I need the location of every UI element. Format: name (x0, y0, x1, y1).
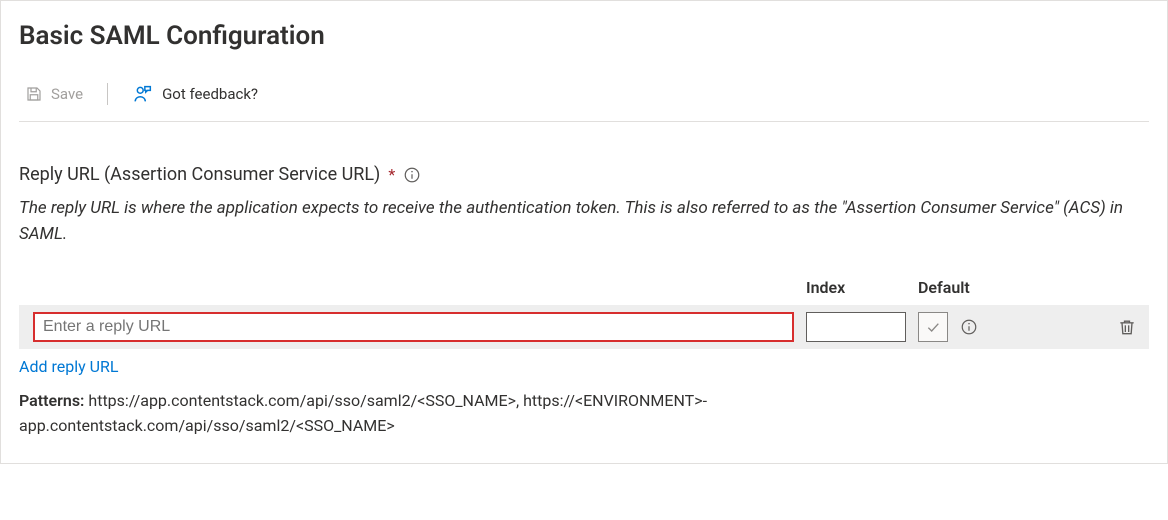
delete-row-button[interactable] (1117, 317, 1137, 337)
column-header-index: Index (806, 278, 906, 297)
page-title: Basic SAML Configuration (19, 21, 1149, 51)
reply-url-row (19, 305, 1149, 349)
default-checkbox[interactable] (918, 312, 948, 342)
patterns-line: Patterns: https://app.contentstack.com/a… (19, 388, 919, 439)
section-label: Reply URL (Assertion Consumer Service UR… (19, 164, 380, 185)
toolbar: Save Got feedback? (19, 81, 1149, 122)
save-label: Save (51, 85, 83, 103)
feedback-label: Got feedback? (162, 85, 258, 103)
add-reply-url-link[interactable]: Add reply URL (19, 357, 1149, 376)
info-icon[interactable] (403, 166, 421, 184)
section-description: The reply URL is where the application e… (19, 195, 1149, 248)
toolbar-separator (107, 83, 108, 105)
basic-saml-panel: Basic SAML Configuration Save Got (0, 0, 1168, 464)
required-indicator: * (388, 165, 395, 184)
table-header: Index Default (19, 278, 1149, 297)
patterns-label: Patterns: (19, 391, 84, 410)
save-button[interactable]: Save (19, 83, 89, 105)
section-label-row: Reply URL (Assertion Consumer Service UR… (19, 164, 1149, 185)
index-input[interactable] (806, 312, 906, 342)
patterns-value: https://app.contentstack.com/api/sso/sam… (19, 391, 707, 436)
feedback-icon (132, 83, 154, 105)
row-info-icon[interactable] (960, 318, 978, 336)
column-header-default: Default (918, 278, 1018, 297)
save-icon (25, 85, 43, 103)
feedback-button[interactable]: Got feedback? (126, 81, 264, 107)
reply-url-input[interactable] (33, 312, 794, 342)
